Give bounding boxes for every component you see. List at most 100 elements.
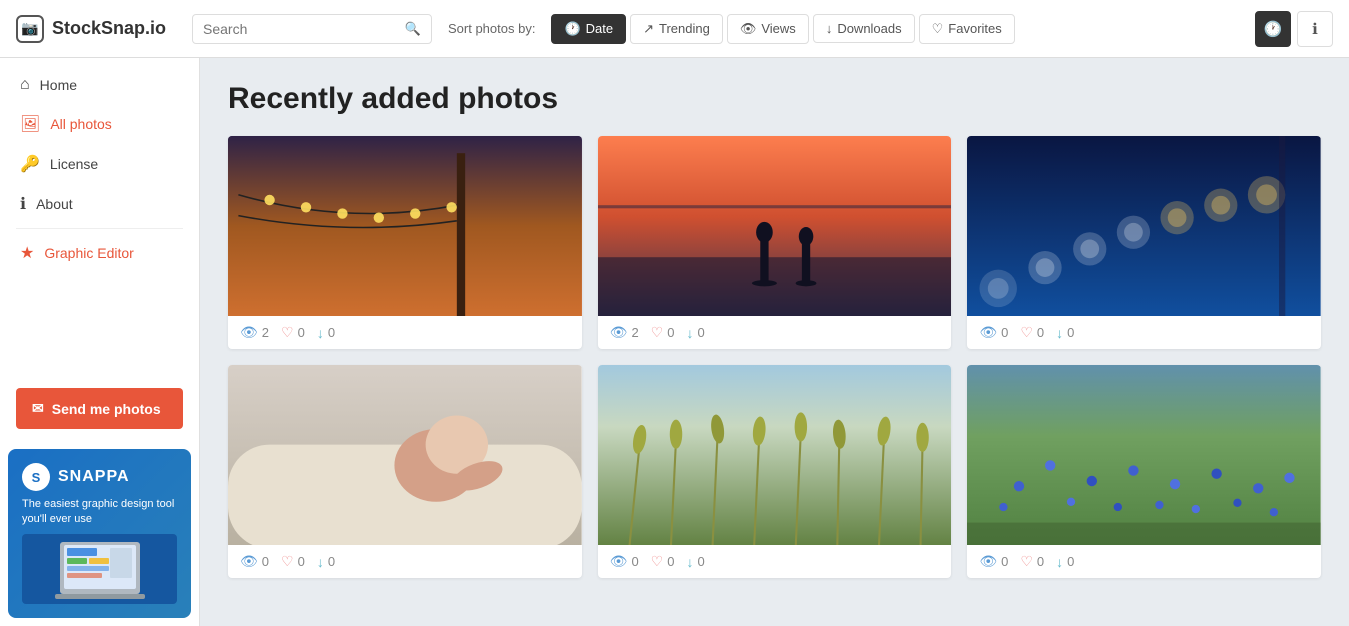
heart-icon-1: ♡ [281,324,294,341]
dl-stat-5: ↓ 0 [686,554,704,570]
likes-stat-6: ♡ 0 [1020,553,1044,570]
photo-stats-6: 👁 0 ♡ 0 ↓ 0 [967,545,1321,578]
likes-count-3: 0 [1037,325,1044,340]
photo-stats-2: 👁 2 ♡ 0 ↓ 0 [598,316,952,349]
dl-icon-4: ↓ [317,554,324,570]
sidebar-license-label: License [50,156,98,172]
views-stat-2: 👁 2 [610,324,639,341]
sidebar-item-license[interactable]: 🔑 License [0,144,199,184]
photo-thumb-3 [967,136,1321,316]
sidebar-item-home[interactable]: ⌂ Home [0,66,199,104]
header: 📷 StockSnap.io 🔍 Sort photos by: 🕐 Date … [0,0,1349,58]
sidebar-item-about[interactable]: ℹ About [0,184,199,224]
likes-stat-2: ♡ 0 [651,324,675,341]
photo-svg-4 [228,365,582,545]
photo-svg-2 [598,136,952,316]
sort-downloads-icon: ↓ [826,21,833,36]
eye-icon-4: 👁 [240,553,258,570]
sort-favorites-icon: ♡ [932,21,944,37]
sort-label: Sort photos by: [448,21,535,36]
logo[interactable]: 📷 StockSnap.io [16,15,176,43]
photo-thumb-6 [967,365,1321,545]
eye-icon-2: 👁 [610,324,628,341]
page-title: Recently added photos [228,82,1321,116]
snappa-ad[interactable]: S SNAPPA The easiest graphic design tool… [8,449,191,618]
dl-stat-3: ↓ 0 [1056,325,1074,341]
photo-card-5[interactable]: 👁 0 ♡ 0 ↓ 0 [598,365,952,578]
photo-card-1[interactable]: 👁 2 ♡ 0 ↓ 0 [228,136,582,349]
sort-date-icon: 🕐 [564,21,580,37]
dl-icon-1: ↓ [317,325,324,341]
sort-buttons: 🕐 Date ↗ Trending 👁 Views ↓ Downloads ♡ … [551,14,1014,44]
search-icon: 🔍 [405,21,421,37]
info-button[interactable]: ℹ [1297,11,1333,47]
send-photos-button[interactable]: ✉ Send me photos [16,388,183,429]
sort-views-label: Views [761,21,795,36]
likes-stat-1: ♡ 0 [281,324,305,341]
photo-thumb-2 [598,136,952,316]
dl-stat-1: ↓ 0 [317,325,335,341]
sort-trending-label: Trending [659,21,710,36]
dl-count-3: 0 [1067,325,1074,340]
about-icon: ℹ [20,194,26,214]
sort-trending-button[interactable]: ↗ Trending [630,14,723,44]
views-count-3: 0 [1001,325,1008,340]
dl-count-6: 0 [1067,554,1074,569]
sidebar-graphic-editor-label: Graphic Editor [44,245,133,261]
license-icon: 🔑 [20,154,40,174]
likes-count-4: 0 [298,554,305,569]
sort-trending-icon: ↗ [643,21,654,37]
heart-icon-3: ♡ [1020,324,1033,341]
sort-date-button[interactable]: 🕐 Date [551,14,626,44]
views-stat-4: 👁 0 [240,553,269,570]
sort-views-icon: 👁 [740,21,757,37]
info-icon: ℹ [1312,20,1318,38]
laptop-illustration [55,538,145,600]
sidebar-item-all-photos[interactable]: 🖼 All photos [0,104,199,144]
eye-icon-1: 👁 [240,324,258,341]
heart-icon-4: ♡ [281,553,294,570]
photo-card-6[interactable]: 👁 0 ♡ 0 ↓ 0 [967,365,1321,578]
sidebar: ⌂ Home 🖼 All photos 🔑 License ℹ About ★ … [0,58,200,626]
dl-stat-4: ↓ 0 [317,554,335,570]
photo-thumb-5 [598,365,952,545]
photo-card-2[interactable]: 👁 2 ♡ 0 ↓ 0 [598,136,952,349]
likes-count-6: 0 [1037,554,1044,569]
dl-count-1: 0 [328,325,335,340]
photo-stats-4: 👁 0 ♡ 0 ↓ 0 [228,545,582,578]
heart-icon-6: ♡ [1020,553,1033,570]
sort-favorites-button[interactable]: ♡ Favorites [919,14,1015,44]
views-count-1: 2 [262,325,269,340]
settings-button[interactable]: 🕐 [1255,11,1291,47]
logo-icon: 📷 [16,15,44,43]
photo-card-4[interactable]: 👁 0 ♡ 0 ↓ 0 [228,365,582,578]
sort-downloads-button[interactable]: ↓ Downloads [813,14,915,43]
likes-count-1: 0 [298,325,305,340]
views-count-4: 0 [262,554,269,569]
nav-divider [16,228,183,229]
snappa-header: S SNAPPA [22,463,177,491]
photo-svg-6 [967,365,1321,545]
sidebar-item-graphic-editor[interactable]: ★ Graphic Editor [0,233,199,273]
snappa-brand: SNAPPA [58,468,130,486]
search-input[interactable] [203,21,397,37]
views-count-5: 0 [631,554,638,569]
sidebar-all-photos-label: All photos [50,116,111,132]
heart-icon-5: ♡ [651,553,664,570]
email-icon: ✉ [32,400,44,417]
likes-stat-3: ♡ 0 [1020,324,1044,341]
dl-count-4: 0 [328,554,335,569]
photo-card-3[interactable]: 👁 0 ♡ 0 ↓ 0 [967,136,1321,349]
eye-icon-5: 👁 [610,553,628,570]
photo-svg-5 [598,365,952,545]
likes-count-2: 0 [667,325,674,340]
photo-svg-3 [967,136,1321,316]
logo-text: StockSnap.io [52,18,166,39]
eye-icon-6: 👁 [979,553,997,570]
sort-views-button[interactable]: 👁 Views [727,14,809,44]
all-photos-icon: 🖼 [20,114,40,134]
header-right: 🕐 ℹ [1255,11,1333,47]
views-stat-1: 👁 2 [240,324,269,341]
views-stat-5: 👁 0 [610,553,639,570]
photo-thumb-1 [228,136,582,316]
